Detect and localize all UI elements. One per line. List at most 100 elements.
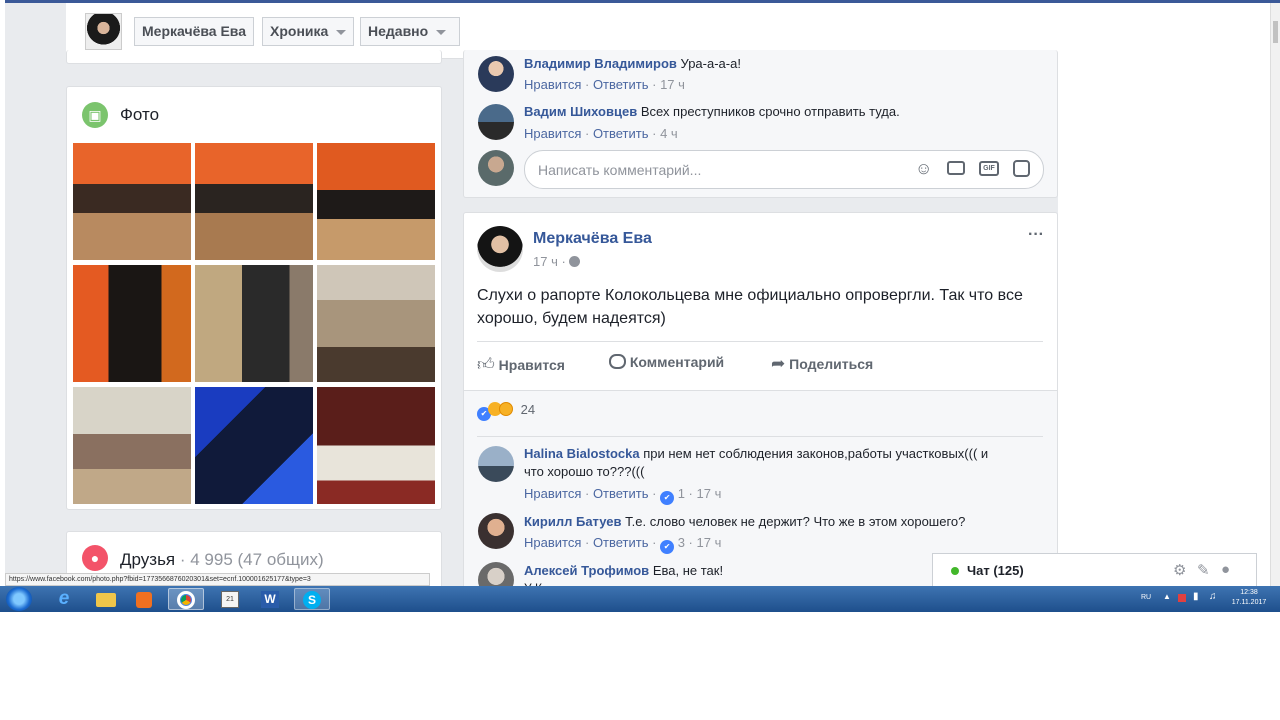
share-button-label: Поделиться	[789, 356, 874, 372]
comment-icon	[609, 354, 626, 369]
like-reaction-icon: ✔	[660, 491, 675, 505]
recent-dropdown[interactable]: Недавно	[360, 17, 460, 46]
start-button[interactable]	[6, 587, 32, 611]
comment-body: Ура-а-а-а!	[680, 56, 741, 71]
comment-reply-link[interactable]: Ответить	[593, 126, 649, 141]
language-indicator[interactable]: RU	[1141, 594, 1151, 601]
post-options-menu[interactable]: ···	[1028, 226, 1044, 244]
photo-thumbnail[interactable]	[73, 143, 191, 260]
chrome-icon[interactable]	[168, 588, 204, 610]
comment-like-link[interactable]: Нравится	[524, 126, 581, 141]
comment-text: Вадим Шиховцев Всех преступников срочно …	[524, 103, 900, 121]
current-user-avatar	[478, 150, 514, 186]
reactions-summary[interactable]: ✔ 24	[477, 402, 535, 421]
comment-author[interactable]: Алексей Трофимов	[524, 563, 649, 578]
left-margin	[0, 0, 5, 590]
globe-icon	[569, 256, 581, 267]
photo-thumbnail[interactable]	[195, 143, 313, 260]
avatar[interactable]	[478, 56, 514, 92]
gear-icon[interactable]: ⚙	[1173, 561, 1186, 579]
comment-placeholder: Написать комментарий...	[538, 162, 702, 178]
friends-count: · 4 995 (47 общих)	[179, 550, 324, 569]
sticker-icon[interactable]	[1013, 160, 1030, 177]
tray-flag-icon[interactable]	[1178, 594, 1186, 602]
post-meta: 17 ч ·	[533, 254, 581, 269]
chevron-down-icon	[436, 29, 447, 35]
online-dot-icon	[951, 567, 959, 575]
share-button[interactable]: ➦ Поделиться	[771, 354, 873, 374]
intro-card-bottom	[66, 50, 442, 64]
comment-input[interactable]: Написать комментарий... ☺ GIF	[524, 150, 1044, 189]
word-icon[interactable]: W	[252, 588, 288, 610]
header-avatar[interactable]	[85, 13, 122, 50]
photos-title[interactable]: Фото	[120, 105, 159, 125]
comment-author[interactable]: Вадим Шиховцев	[524, 104, 637, 119]
vertical-scrollbar[interactable]	[1270, 3, 1280, 586]
comment-time[interactable]: 17 ч	[697, 486, 722, 501]
comment-author[interactable]: Владимир Владимиров	[524, 56, 677, 71]
comment-author[interactable]: Halina Bialostocka	[524, 446, 640, 461]
media-player-icon[interactable]	[126, 588, 162, 610]
gif-icon[interactable]: GIF	[979, 161, 999, 176]
internet-explorer-icon[interactable]: e	[46, 588, 82, 610]
wow-reaction-icon	[499, 402, 513, 416]
thumbs-up-icon: 👍︎	[477, 355, 495, 374]
volume-icon[interactable]: ♫	[1209, 591, 1217, 602]
file-explorer-icon[interactable]	[88, 588, 124, 610]
like-button-label: Нравится	[498, 357, 565, 373]
browser-status-bar: https://www.facebook.com/photo.php?fbid=…	[5, 573, 430, 586]
windows-taskbar: e 21 W S RU ▲ ▮ ♫ 12:38 17.11.2017	[0, 586, 1280, 612]
avatar[interactable]	[478, 104, 514, 140]
friends-heading: Друзья · 4 995 (47 общих)	[120, 550, 324, 570]
comment-time[interactable]: 17 ч	[660, 77, 685, 92]
post-author-avatar[interactable]	[477, 226, 523, 272]
profile-name-button[interactable]: Меркачёва Ева	[134, 17, 255, 46]
comment-reply-link[interactable]: Ответить	[593, 77, 649, 92]
tray-up-arrow-icon[interactable]: ▲	[1163, 592, 1171, 601]
comment-text: Кирилл Батуев Т.е. слово человек не держ…	[524, 513, 965, 531]
scrollbar-thumb[interactable]	[1273, 21, 1278, 43]
comment-time[interactable]: 4 ч	[660, 126, 678, 141]
comment-time[interactable]: 17 ч	[697, 535, 722, 550]
emoji-icon[interactable]: ☺	[915, 159, 932, 179]
photo-thumbnail[interactable]	[317, 387, 435, 504]
comment-body: что хорошо то???(((	[524, 464, 645, 479]
friends-title[interactable]: Друзья	[120, 550, 175, 569]
calendar-icon[interactable]: 21	[212, 588, 248, 610]
comment-reply-link[interactable]: Ответить	[593, 486, 649, 501]
comment-button[interactable]: Комментарий	[609, 354, 724, 370]
camera-icon[interactable]	[947, 161, 965, 175]
comment-likes-count[interactable]: 1	[678, 486, 685, 501]
comment-like-link[interactable]: Нравится	[524, 535, 581, 550]
clock[interactable]: 12:38 17.11.2017	[1226, 588, 1272, 608]
avatar[interactable]	[478, 513, 514, 549]
add-friends-icon[interactable]: ●	[1221, 561, 1230, 578]
comment-text: Владимир Владимиров Ура-а-а-а!	[524, 55, 741, 73]
photo-thumbnail[interactable]	[317, 265, 435, 382]
skype-icon[interactable]: S	[294, 588, 330, 610]
post-author-name[interactable]: Меркачёва Ева	[533, 230, 652, 248]
timeline-dropdown[interactable]: Хроника	[262, 17, 355, 46]
comment-author[interactable]: Кирилл Батуев	[524, 514, 622, 529]
post-text-line: Слухи о рапорте Колокольцева мне официал…	[477, 287, 1023, 304]
comment-reply-link[interactable]: Ответить	[593, 535, 649, 550]
status-url: https://www.facebook.com/photo.php?fbid=…	[9, 576, 311, 583]
network-icon[interactable]: ▮	[1193, 591, 1199, 602]
photo-thumbnail[interactable]	[73, 387, 191, 504]
post-text-line: хорошо, будем надеятся)	[477, 310, 666, 327]
photo-thumbnail[interactable]	[73, 265, 191, 382]
photo-thumbnail[interactable]	[195, 265, 313, 382]
comment-like-link[interactable]: Нравится	[524, 486, 581, 501]
chat-bar[interactable]: Чат (125) ⚙ ✎ ●	[932, 553, 1257, 587]
like-button[interactable]: 👍︎ Нравится	[477, 354, 565, 375]
comment-like-link[interactable]: Нравится	[524, 77, 581, 92]
photo-thumbnail[interactable]	[317, 143, 435, 260]
avatar[interactable]	[478, 446, 514, 482]
photo-thumbnail[interactable]	[195, 387, 313, 504]
comment-body: при нем нет соблюдения законов,работы уч…	[643, 446, 989, 461]
comment-likes-count[interactable]: 3	[678, 535, 685, 550]
new-message-icon[interactable]: ✎	[1197, 561, 1210, 579]
post-divider	[477, 341, 1043, 342]
comment-meta: Нравится · Ответить · 4 ч	[524, 126, 678, 141]
post-time[interactable]: 17 ч	[533, 254, 558, 269]
